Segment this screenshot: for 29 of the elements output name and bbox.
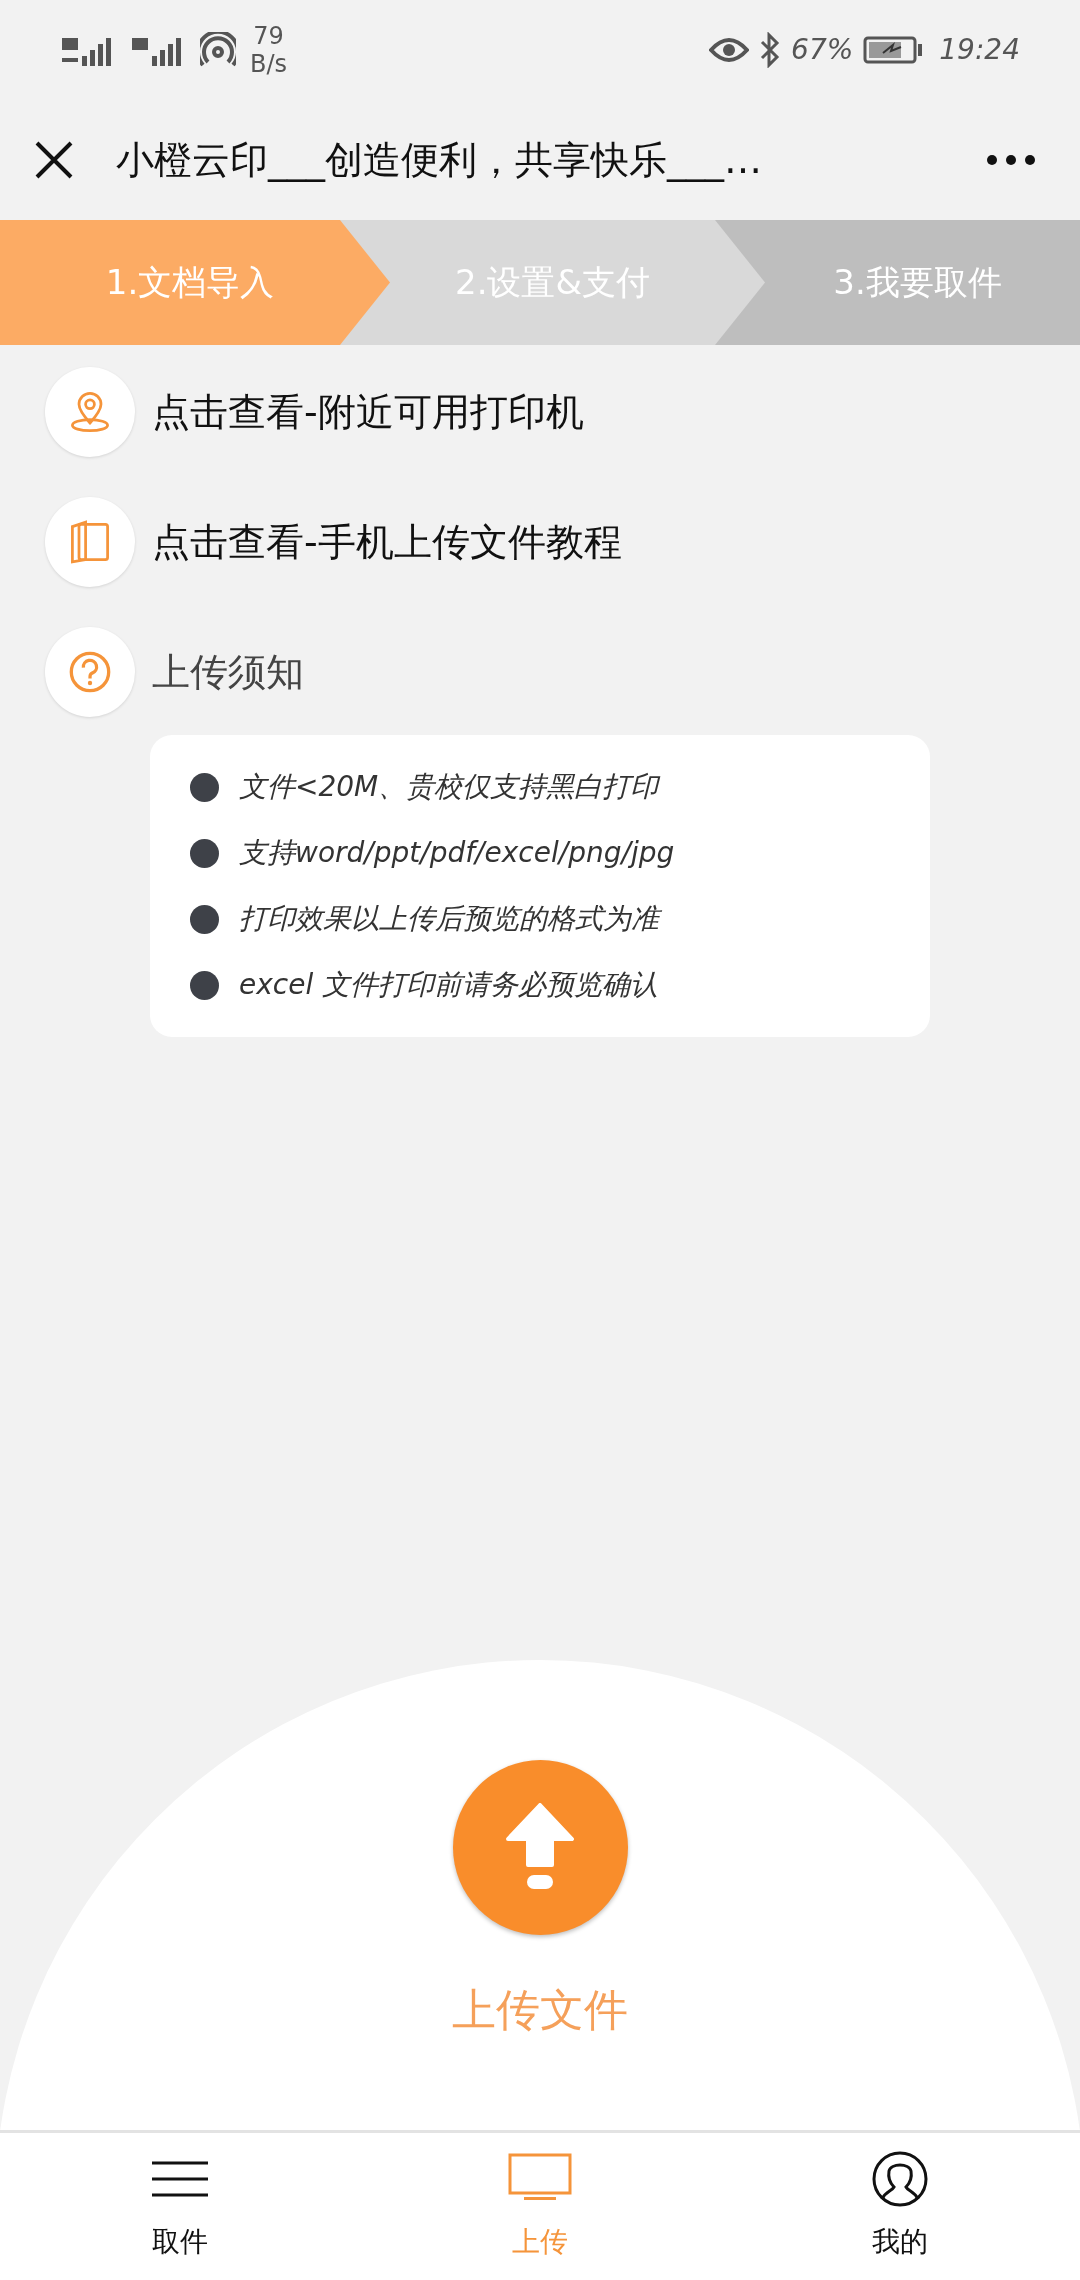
net-speed-value: 79 <box>253 22 284 50</box>
page-title: 小橙云印___创造便利，共享快乐___… <box>116 136 763 184</box>
battery-percent: 67% <box>791 32 854 68</box>
notice-text: excel 文件打印前请务必预览确认 <box>239 967 659 1003</box>
hotspot-icon <box>200 32 236 68</box>
bullet-icon <box>190 904 219 934</box>
notice-text: 文件<20M、贵校仅支持黑白打印 <box>239 769 659 805</box>
clock: 19:24 <box>939 32 1020 68</box>
nav-item[interactable]: 取件 <box>0 2133 360 2280</box>
section-heading: 上传须知 <box>152 648 304 696</box>
nav-item[interactable]: 我的 <box>720 2133 1080 2280</box>
help-icon <box>68 650 112 694</box>
upload-label[interactable]: 上传文件 <box>452 1977 628 2043</box>
link-text[interactable]: 点击查看-附近可用打印机 <box>152 383 584 441</box>
bluetooth-icon <box>759 32 782 68</box>
eye-icon <box>709 36 750 64</box>
link-text[interactable]: 点击查看-手机上传文件教程 <box>152 513 622 571</box>
notice-text: 支持word/ppt/pdf/excel/png/jpg <box>239 835 675 871</box>
more-icon[interactable] <box>986 153 1036 167</box>
bullet-icon <box>190 772 219 802</box>
location-pin-icon <box>68 390 112 434</box>
net-speed-unit: B/s <box>250 50 288 78</box>
bullet-icon <box>190 970 219 1000</box>
bullet-icon <box>190 838 219 868</box>
nav-item[interactable]: 上传 <box>360 2133 720 2280</box>
close-icon[interactable] <box>34 140 74 180</box>
step-tab[interactable]: 1.文档导入 <box>0 220 390 345</box>
battery-icon <box>863 35 924 65</box>
book-icon <box>68 520 112 564</box>
